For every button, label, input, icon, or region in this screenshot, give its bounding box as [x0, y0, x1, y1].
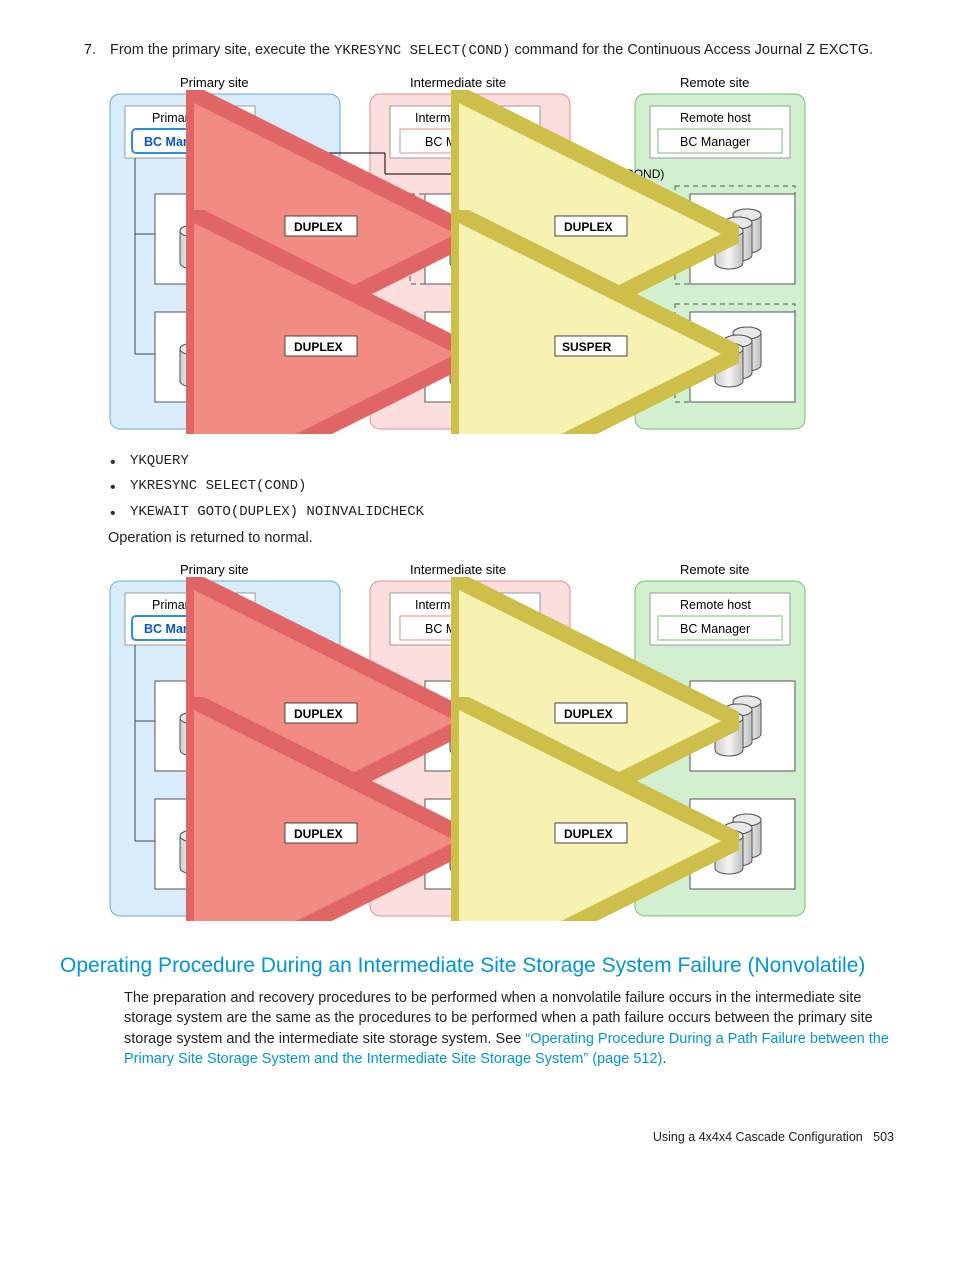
d2-intermediate-host: Intermediate host: [415, 598, 512, 612]
d2-primary-host: Primary host: [152, 598, 223, 612]
command-list: YKQUERY YKRESYNC SELECT(COND) YKEWAIT GO…: [108, 452, 894, 523]
step-cmd: YKRESYNC SELECT(COND): [334, 43, 510, 59]
step-number: 7.: [60, 40, 110, 62]
d2-dup4: DUPLEX: [564, 827, 613, 841]
cmd-ykewait: YKEWAIT GOTO(DUPLEX) NOINVALIDCHECK: [108, 503, 894, 523]
diagram1-bcm1: BC Manager: [144, 135, 217, 149]
d2-dup2: DUPLEX: [294, 827, 343, 841]
d2-remote-host: Remote host: [680, 598, 751, 612]
d2-remote-site: Remote site: [680, 562, 749, 577]
d2-bcm3: BC Manager: [680, 622, 750, 636]
para-normal: Operation is returned to normal.: [108, 528, 894, 548]
cmd-ykquery: YKQUERY: [108, 452, 894, 472]
step-7: 7. From the primary site, execute the YK…: [60, 40, 894, 62]
d1-dup3: DUPLEX: [564, 220, 613, 234]
d1-susper: SUSPER: [562, 340, 612, 354]
diagram-2: Primary site Intermediate site Remote si…: [100, 561, 894, 921]
diagram1-bcm3: BC Manager: [680, 135, 750, 149]
d2-intermediate-site: Intermediate site: [410, 562, 506, 577]
d2-dup1: DUPLEX: [294, 707, 343, 721]
diagram1-remote-site: Remote site: [680, 75, 749, 90]
d2-primary-site: Primary site: [180, 562, 249, 577]
step-text-a: From the primary site, execute the: [110, 42, 334, 58]
diagram1-intermediate-site: Intermediate site: [410, 75, 506, 90]
body-text-b: .: [662, 1051, 666, 1067]
step-body: From the primary site, execute the YKRES…: [110, 40, 894, 62]
diagram1-remote-host: Remote host: [680, 111, 751, 125]
d1-dup1: DUPLEX: [294, 220, 343, 234]
d2-bcm2: BC Manager: [425, 622, 495, 636]
diagram1-primary-site: Primary site: [180, 75, 249, 90]
page-footer: Using a 4x4x4 Cascade Configuration 503: [60, 1129, 894, 1147]
section-body: The preparation and recovery procedures …: [124, 988, 894, 1069]
diagram1-primary-host: Primary host: [152, 111, 223, 125]
diagram1-intermediate-host: Intermediate host: [415, 111, 512, 125]
d2-bcm1: BC Manager: [144, 622, 217, 636]
diagram1-bcm2: BC Manager: [425, 135, 495, 149]
section-heading: Operating Procedure During an Intermedia…: [60, 951, 894, 980]
diagram1-ykresync: YKRESYNC SELECT(COND): [505, 167, 664, 181]
cmd-ykresync: YKRESYNC SELECT(COND): [108, 477, 894, 497]
step-text-b: command for the Continuous Access Journa…: [510, 42, 873, 58]
d2-dup3: DUPLEX: [564, 707, 613, 721]
diagram-1: Primary site Intermediate site Remote si…: [100, 74, 894, 434]
d1-dup2: DUPLEX: [294, 340, 343, 354]
